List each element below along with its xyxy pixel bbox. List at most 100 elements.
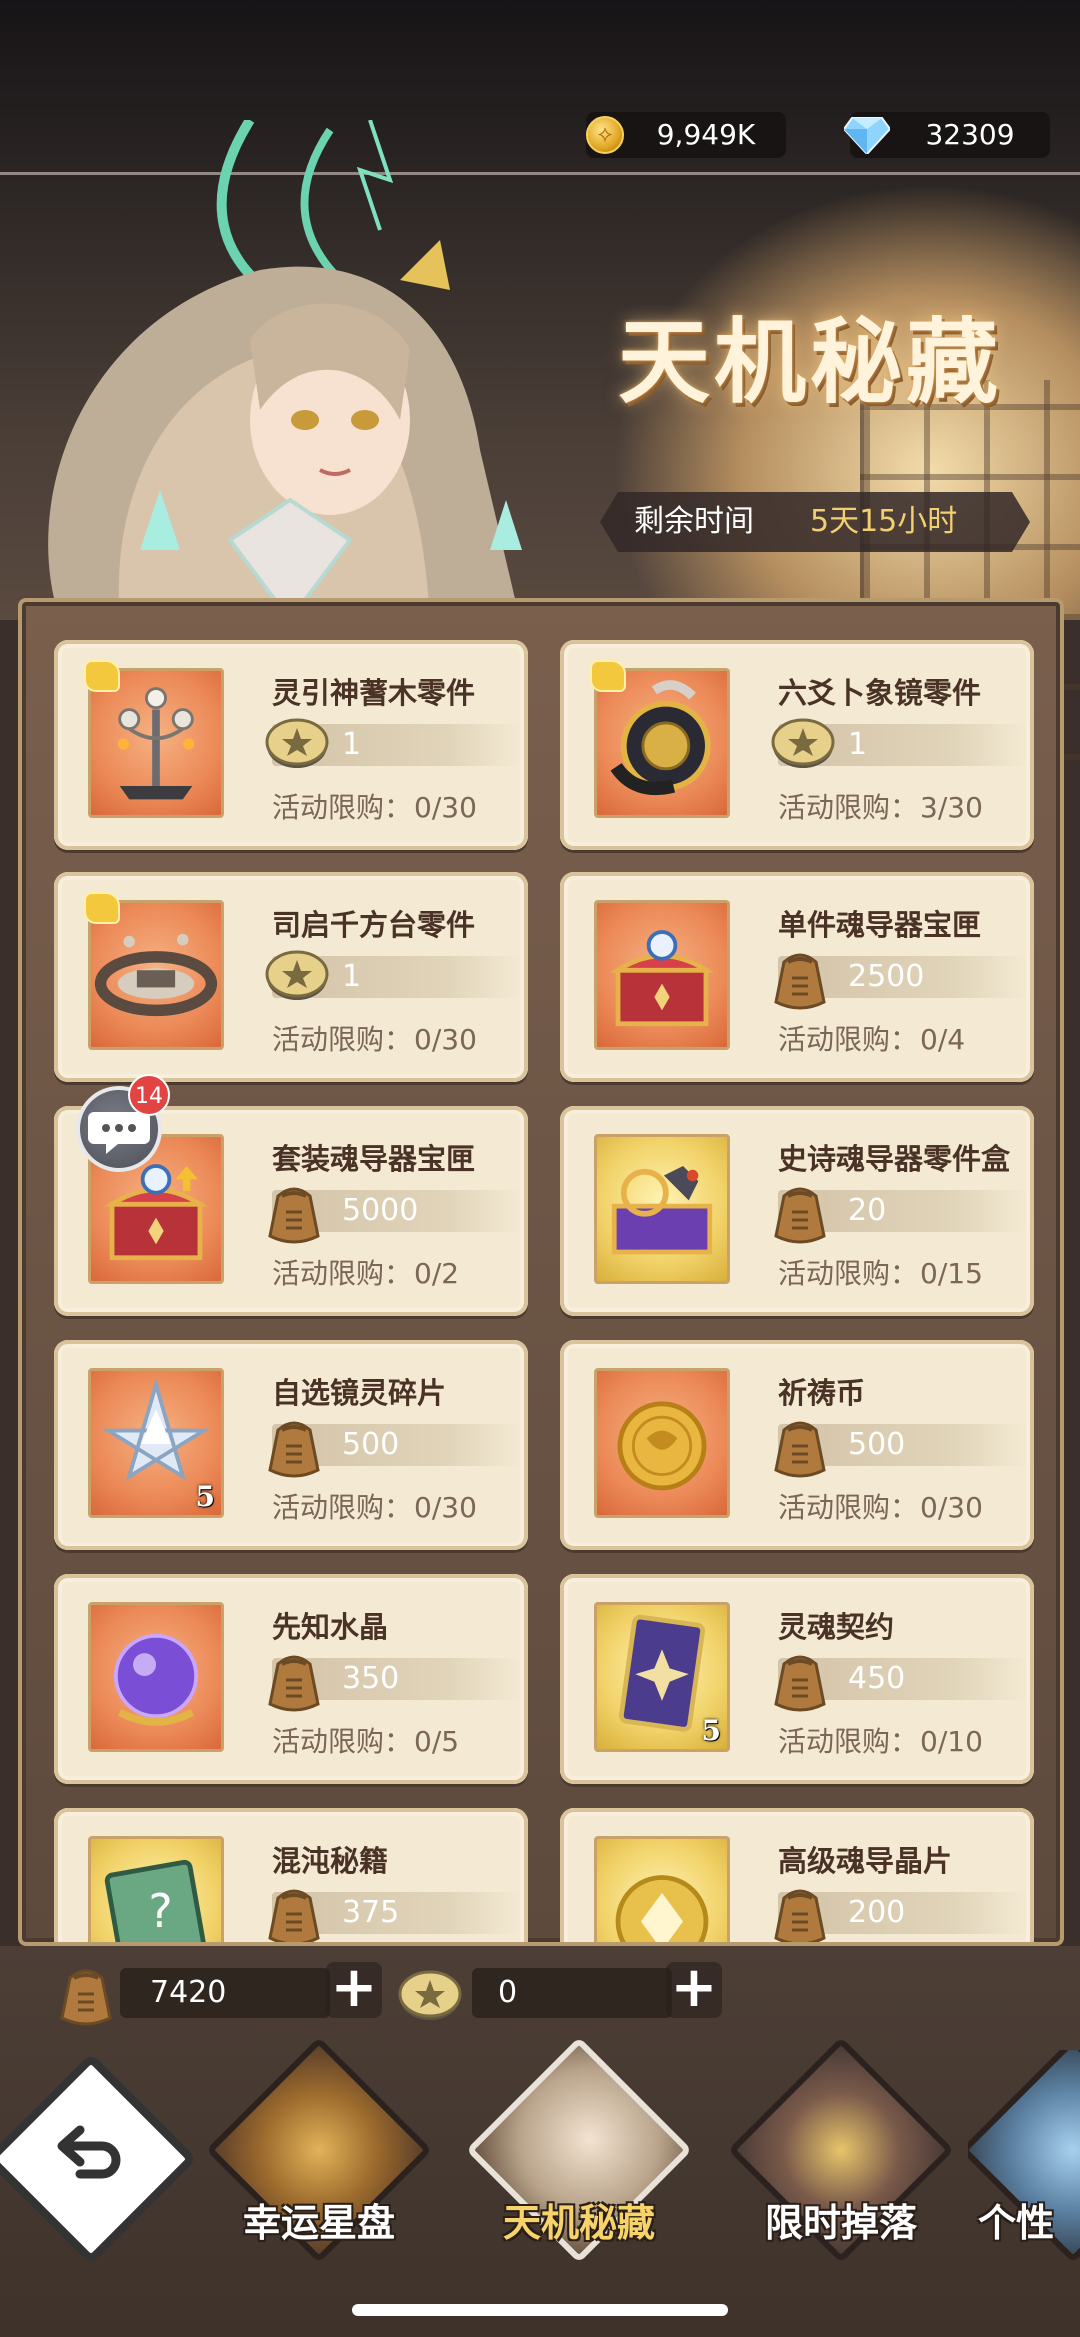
item-price-value: 500 [342, 1427, 400, 1462]
shop-item-card[interactable]: 5 自选镜灵碎片 500 活动限购：0/30 [54, 1340, 528, 1550]
gold-currency-display: 9,949K [586, 112, 786, 158]
shop-item-card[interactable]: 灵引神蓍木零件 1 活动限购：0/30 [54, 640, 528, 850]
shop-item-card[interactable]: 六爻卜象镜零件 1 活动限购：3/30 [560, 640, 1034, 850]
star-coin-icon [265, 718, 329, 768]
item-price: 350 [268, 1655, 522, 1712]
item-price: 1 [265, 718, 522, 768]
purchase-limit: 活动限购：0/30 [778, 1486, 983, 1526]
shop-item-card[interactable]: ? 混沌秘籍 375 [54, 1808, 528, 1942]
soul-chip-icon [615, 1875, 709, 1942]
star-coin-icon [265, 950, 329, 1000]
item-thumbnail [594, 1836, 730, 1942]
shop-panel[interactable]: 灵引神蓍木零件 1 活动限购：0/30 六爻卜象镜零件 1 活动限购：3/30 … [18, 598, 1064, 1946]
puzzle-piece-icon [590, 660, 626, 692]
purchase-limit: 活动限购：3/30 [778, 786, 983, 826]
item-name: 单件魂导器宝匣 [778, 908, 982, 942]
shop-item-card[interactable]: 史诗魂导器零件盒 20 活动限购：0/15 [560, 1106, 1034, 1316]
diamond-amount: 32309 [925, 118, 1015, 151]
item-price-value: 1 [342, 959, 362, 994]
limit-value: 0/5 [414, 1725, 460, 1758]
puzzle-piece-icon [84, 892, 120, 924]
nav-tab-lucky-astrolabe[interactable]: 幸运星盘 [205, 2036, 433, 2290]
token-bag-amount: 7420 [150, 1975, 227, 2010]
item-name: 自选镜灵碎片 [272, 1376, 447, 1410]
item-price: 200 [774, 1889, 1028, 1942]
shop-item-card[interactable]: 祈祷币 500 活动限购：0/30 [560, 1340, 1034, 1550]
purchase-limit: 活动限购：0/5 [272, 1720, 459, 1760]
item-thumbnail [594, 1368, 730, 1518]
shop-item-card[interactable]: 单件魂导器宝匣 2500 活动限购：0/4 [560, 872, 1034, 1082]
item-price: 20 [774, 1187, 1028, 1244]
nav-tab-label: 个性 [978, 2200, 1055, 2245]
limit-value: 0/2 [414, 1257, 460, 1290]
item-name: 高级魂导晶片 [778, 1844, 953, 1878]
item-price: 1 [265, 950, 522, 1000]
item-price-value: 2500 [848, 959, 925, 994]
limit-label: 活动限购： [778, 1491, 919, 1524]
item-price-value: 450 [848, 1661, 906, 1696]
limit-label: 活动限购： [272, 791, 413, 824]
nav-tab-personal[interactable]: 个性 [968, 2050, 1080, 2290]
item-thumbnail [594, 1134, 730, 1284]
shop-item-card[interactable]: 司启千方台零件 1 活动限购：0/30 [54, 872, 528, 1082]
item-price-value: 1 [342, 727, 362, 762]
token-bag-balance: 7420 [120, 1968, 330, 2018]
item-name: 灵引神蓍木零件 [272, 676, 476, 710]
purchase-limit: 活动限购：0/30 [272, 1018, 477, 1058]
divination-stick-icon [117, 687, 195, 800]
shop-item-card[interactable]: 先知水晶 350 活动限购：0/5 [54, 1574, 528, 1784]
chaos-book-icon: ? [104, 1859, 208, 1942]
item-price: 5000 [268, 1187, 522, 1244]
token-bag-icon [268, 1889, 320, 1942]
token-bag-icon [268, 1655, 320, 1712]
purchase-limit: 活动限购：0/30 [272, 786, 477, 826]
star-coin-icon [771, 718, 835, 768]
nav-tab-heavenly-treasure[interactable]: 天机秘藏 [465, 2036, 693, 2290]
limit-label: 活动限购： [778, 1257, 919, 1290]
limit-label: 活动限购： [272, 1023, 413, 1056]
limit-value: 0/30 [414, 791, 477, 824]
purchase-limit: 活动限购：0/15 [778, 1252, 983, 1292]
item-thumbnail [594, 900, 730, 1050]
limit-label: 活动限购： [778, 1023, 919, 1056]
shop-item-card[interactable]: 5 灵魂契约 450 活动限购：0/10 [560, 1574, 1034, 1784]
nav-tab-label: 天机秘藏 [502, 2200, 655, 2245]
item-thumbnail: 5 [594, 1602, 730, 1752]
item-thumbnail: ? [88, 1836, 224, 1942]
token-bag-icon [774, 953, 826, 1010]
add-star-coin-button[interactable]: + [666, 1960, 722, 2018]
shop-item-card[interactable]: 高级魂导晶片 200 [560, 1808, 1034, 1942]
item-price-value: 350 [342, 1661, 400, 1696]
item-name: 司启千方台零件 [272, 908, 476, 942]
limit-label: 活动限购： [272, 1257, 413, 1290]
nav-tab-label: 限时掉落 [764, 2200, 917, 2245]
add-token-bag-button[interactable]: + [326, 1960, 382, 2018]
diamond-currency-display: 32309 [844, 112, 1050, 158]
item-quantity: 5 [195, 1480, 215, 1513]
puzzle-piece-icon [84, 660, 120, 692]
token-bag-icon [60, 1969, 112, 2026]
page-title: 天机秘藏 [617, 308, 1002, 416]
item-price: 2500 [774, 953, 1028, 1010]
item-price-value: 20 [848, 1193, 887, 1228]
timer-label: 剩余时间 [634, 504, 754, 539]
star-coin-icon [398, 1970, 462, 2020]
nav-tab-limited-drop[interactable]: 限时掉落 [727, 2036, 955, 2290]
item-price: 375 [268, 1889, 522, 1942]
item-name: 祈祷币 [778, 1376, 866, 1410]
chat-unread-badge: 14 [128, 1074, 170, 1116]
item-name: 史诗魂导器零件盒 [778, 1142, 1011, 1176]
limit-value: 0/30 [920, 1491, 983, 1524]
item-name: 混沌秘籍 [272, 1844, 389, 1878]
home-indicator[interactable] [352, 2304, 728, 2316]
limit-value: 3/30 [920, 791, 983, 824]
limit-label: 活动限购： [272, 1725, 413, 1758]
timer-value: 5天15小时 [810, 504, 958, 539]
item-name: 六爻卜象镜零件 [778, 676, 982, 710]
limit-value: 0/30 [414, 1491, 477, 1524]
item-price-value: 1 [848, 727, 868, 762]
token-bag-icon [774, 1421, 826, 1478]
item-price: 500 [774, 1421, 1028, 1478]
limit-value: 0/10 [920, 1725, 983, 1758]
token-bag-icon [774, 1655, 826, 1712]
